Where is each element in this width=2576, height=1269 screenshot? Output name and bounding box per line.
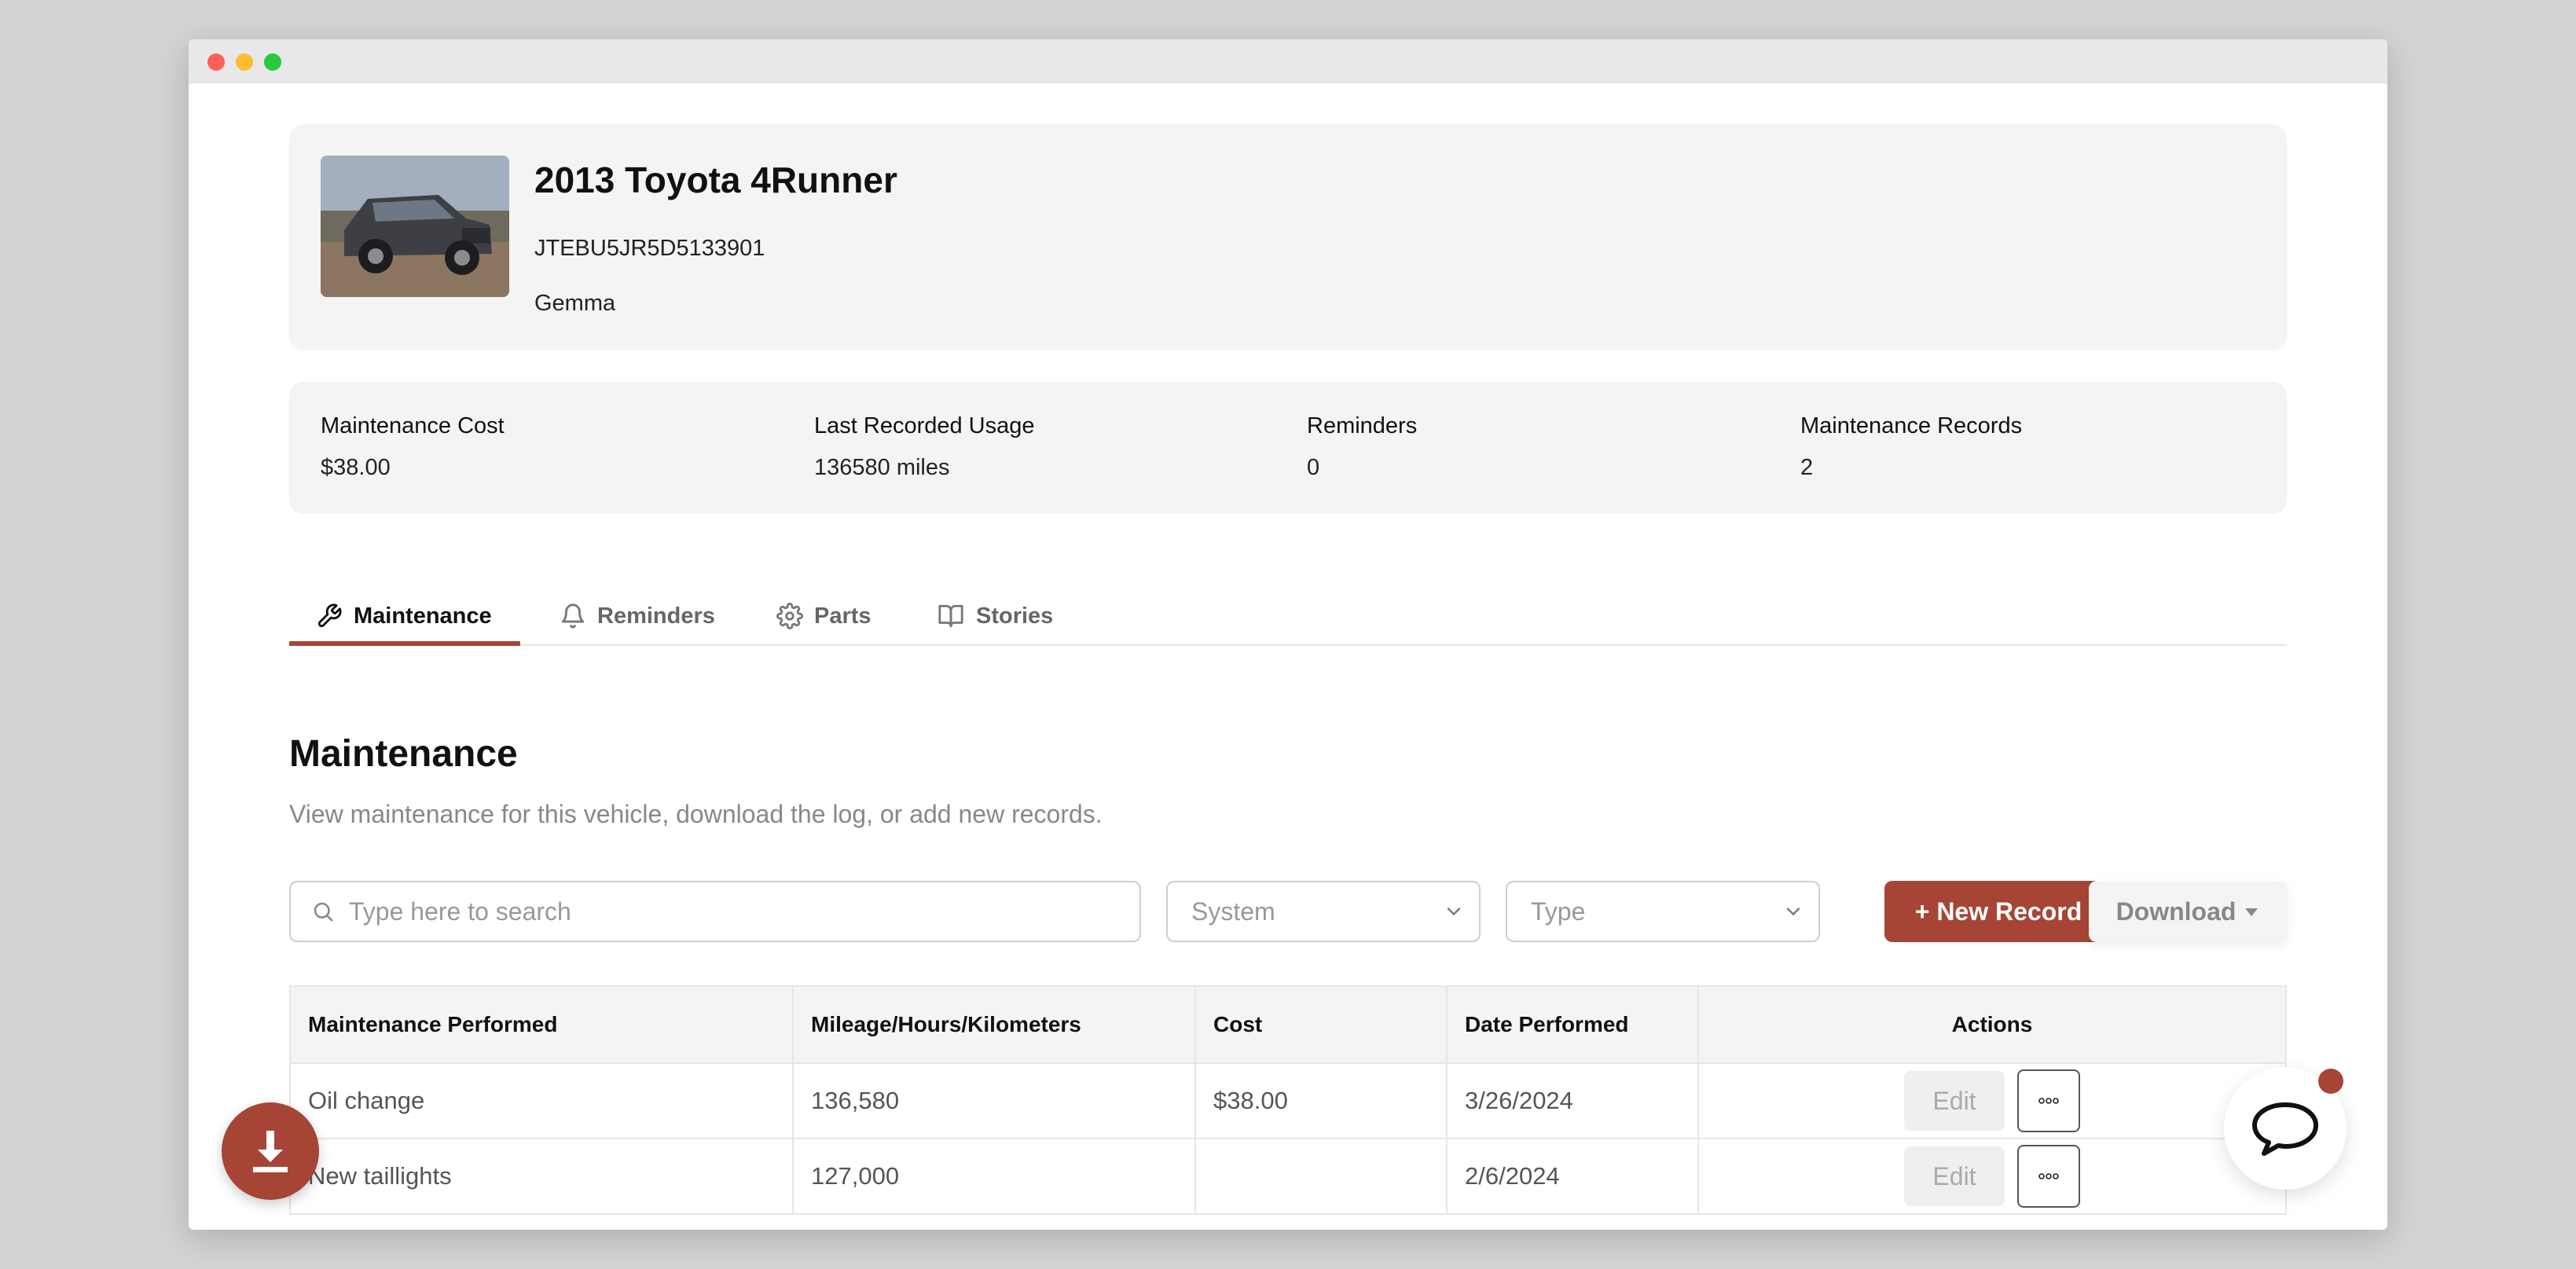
cell-maintenance: New taillights — [289, 1138, 794, 1215]
stat-value: 2 — [1800, 455, 1814, 480]
table-row[interactable]: Oil change 136,580 $38.00 3/26/2024 Edit — [289, 1062, 2287, 1139]
maintenance-table: Maintenance Performed Mileage/Hours/Kilo… — [289, 985, 2287, 1215]
download-button[interactable]: Download — [2089, 881, 2287, 942]
bell-icon — [561, 603, 585, 629]
download-icon — [253, 1131, 288, 1172]
gear-icon — [776, 603, 803, 629]
search-input[interactable] — [349, 897, 1103, 926]
wrench-icon — [317, 603, 342, 628]
cell-cost — [1194, 1138, 1448, 1215]
tab-label: Reminders — [597, 603, 715, 629]
download-button-label: Download — [2115, 897, 2237, 926]
type-select-value: Type — [1531, 897, 1586, 926]
search-icon — [314, 902, 333, 922]
tab-reminders[interactable]: Reminders — [560, 586, 715, 646]
section-title: Maintenance — [289, 733, 518, 775]
system-select[interactable]: System — [1166, 881, 1481, 942]
tab-label: Maintenance — [354, 603, 492, 629]
floating-download-button[interactable] — [222, 1102, 319, 1200]
stat-maintenance-records: Maintenance Records 2 — [1800, 413, 2022, 481]
cell-mileage: 127,000 — [792, 1138, 1196, 1215]
column-header[interactable]: Mileage/Hours/Kilometers — [792, 985, 1196, 1064]
tab-label: Stories — [976, 603, 1054, 629]
cell-cost: $38.00 — [1194, 1062, 1448, 1139]
table-row[interactable]: New taillights 127,000 2/6/2024 Edit — [289, 1138, 2287, 1215]
column-header[interactable]: Maintenance Performed — [289, 985, 794, 1064]
stat-value: $38.00 — [321, 455, 391, 480]
chat-icon — [2252, 1102, 2318, 1156]
cell-mileage: 136,580 — [792, 1062, 1196, 1139]
cell-date: 3/26/2024 — [1446, 1062, 1699, 1139]
stat-label: Reminders — [1307, 413, 1418, 438]
cell-maintenance: Oil change — [289, 1062, 794, 1139]
vehicle-title: 2013 Toyota 4Runner — [534, 160, 897, 200]
chevron-down-icon — [1447, 908, 1461, 916]
browser-window: 2013 Toyota 4Runner JTEBU5JR5D5133901 Ge… — [189, 39, 2387, 1230]
section-description: View maintenance for this vehicle, downl… — [289, 800, 1103, 828]
type-select[interactable]: Type — [1506, 881, 1820, 942]
maximize-window-button[interactable] — [264, 53, 281, 71]
vehicle-owner: Gemma — [534, 291, 616, 316]
stat-label: Maintenance Records — [1800, 413, 2023, 438]
ellipsis-icon — [2038, 1173, 2059, 1179]
more-options-button[interactable] — [2017, 1069, 2080, 1132]
tab-stories[interactable]: Stories — [937, 586, 1053, 646]
cell-actions: Edit — [1697, 1138, 2287, 1215]
stat-label: Last Recorded Usage — [814, 413, 1035, 438]
vehicle-vin: JTEBU5JR5D5133901 — [534, 236, 765, 261]
column-header: Actions — [1697, 985, 2287, 1064]
search-box[interactable] — [289, 881, 1141, 942]
tab-bar: Maintenance Reminders Parts Stories — [289, 586, 2287, 646]
minimize-window-button[interactable] — [236, 53, 253, 71]
vehicle-photo — [321, 156, 509, 297]
notification-badge — [2318, 1069, 2343, 1094]
window-titlebar — [189, 39, 2387, 83]
new-record-button[interactable]: + New Record — [1884, 881, 2112, 942]
column-header[interactable]: Cost — [1194, 985, 1448, 1064]
stat-maintenance-cost: Maintenance Cost $38.00 — [321, 413, 505, 481]
edit-button[interactable]: Edit — [1904, 1146, 2005, 1206]
tab-parts[interactable]: Parts — [776, 586, 872, 646]
table-header-row: Maintenance Performed Mileage/Hours/Kilo… — [289, 985, 2287, 1064]
column-header[interactable]: Date Performed — [1446, 985, 1699, 1064]
tab-label: Parts — [814, 603, 872, 629]
stat-reminders: Reminders 0 — [1307, 413, 1417, 481]
chevron-down-icon — [1786, 908, 1800, 916]
book-icon — [938, 604, 963, 628]
cell-date: 2/6/2024 — [1446, 1138, 1699, 1215]
stat-label: Maintenance Cost — [321, 413, 505, 438]
edit-button[interactable]: Edit — [1904, 1071, 2005, 1131]
more-options-button[interactable] — [2017, 1145, 2080, 1208]
stat-value: 0 — [1307, 455, 1320, 480]
stat-last-usage: Last Recorded Usage 136580 miles — [814, 413, 1035, 481]
stats-card: Maintenance Cost $38.00 Last Recorded Us… — [289, 382, 2287, 514]
active-tab-indicator — [289, 641, 520, 646]
stat-value: 136580 miles — [814, 455, 950, 480]
ellipsis-icon — [2038, 1098, 2059, 1104]
cell-actions: Edit — [1697, 1062, 2287, 1139]
close-window-button[interactable] — [207, 53, 225, 71]
tab-maintenance[interactable]: Maintenance — [316, 586, 492, 646]
system-select-value: System — [1191, 897, 1275, 926]
vehicle-card: 2013 Toyota 4Runner JTEBU5JR5D5133901 Ge… — [289, 124, 2287, 350]
caret-down-icon — [2245, 908, 2259, 916]
